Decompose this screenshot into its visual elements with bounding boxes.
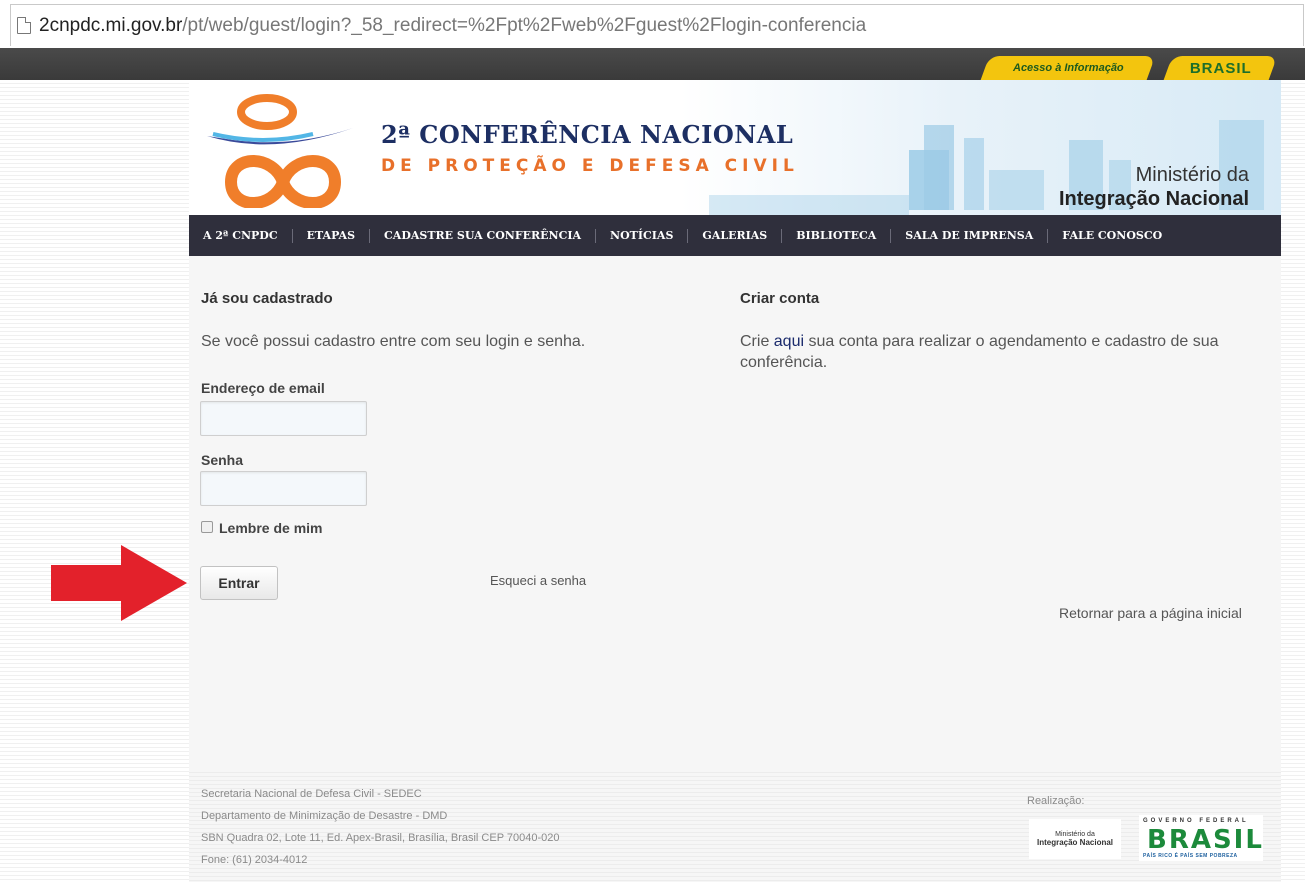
brasil-link[interactable]: BRASIL: [1163, 56, 1278, 80]
return-home-link[interactable]: Retornar para a página inicial: [1059, 605, 1242, 621]
ministerio-logo: Ministério da Integração Nacional: [1029, 819, 1121, 859]
remember-label: Lembre de mim: [219, 520, 323, 536]
create-account-heading: Criar conta: [740, 290, 820, 307]
conference-logo-icon: [207, 94, 353, 208]
city-building: [989, 170, 1044, 210]
url-field[interactable]: 2cnpdc.mi.gov.br/pt/web/guest/login?_58_…: [10, 4, 1304, 46]
nav-item-sala-de-imprensa[interactable]: SALA DE IMPRENSA: [891, 228, 1049, 243]
nav-item-noticias[interactable]: NOTÍCIAS: [596, 228, 689, 243]
nav-item-fale-conosco[interactable]: FALE CONOSCO: [1048, 229, 1176, 243]
nav-item-cadastre[interactable]: CADASTRE SUA CONFERÊNCIA: [370, 228, 597, 243]
footer-line: Fone: (61) 2034-4012: [201, 854, 308, 866]
create-account-link[interactable]: aqui: [774, 333, 804, 350]
governo-federal-logo: GOVERNO FEDERAL BRASIL PAÍS RICO É PAÍS …: [1139, 815, 1263, 861]
url-path: /pt/web/guest/login?_58_redirect=%2Fpt%2…: [182, 14, 867, 36]
footer-line: Departamento de Minimização de Desastre …: [201, 810, 448, 822]
page-icon: [17, 17, 31, 34]
remember-checkbox[interactable]: [201, 521, 213, 533]
password-field[interactable]: [200, 471, 367, 506]
login-description: Se você possui cadastro entre com seu lo…: [201, 333, 586, 350]
city-building: [964, 138, 984, 210]
conference-subtitle: DE PROTEÇÃO E DEFESA CIVIL: [381, 156, 799, 176]
login-heading: Já sou cadastrado: [201, 290, 333, 307]
browser-address-bar: 2cnpdc.mi.gov.br/pt/web/guest/login?_58_…: [0, 0, 1305, 48]
url-host: 2cnpdc.mi.gov.br: [39, 14, 183, 36]
nav-item-a-2a-cnpdc[interactable]: A 2ª CNPDC: [201, 228, 293, 243]
nav-item-biblioteca[interactable]: BIBLIOTECA: [782, 228, 892, 243]
email-label: Endereço de email: [201, 380, 325, 396]
footer-line: Secretaria Nacional de Defesa Civil - SE…: [201, 788, 422, 800]
header-banner: 2ª CONFERÊNCIA NACIONAL DE PROTEÇÃO E DE…: [189, 80, 1281, 215]
footer: Secretaria Nacional de Defesa Civil - SE…: [189, 769, 1281, 882]
create-account-text: Crie aqui sua conta para realizar o agen…: [740, 333, 1219, 371]
login-button[interactable]: Entrar: [200, 566, 278, 600]
background-right: [1281, 80, 1305, 882]
ministerio-label: Ministério da: [1135, 164, 1249, 186]
conference-title: 2ª CONFERÊNCIA NACIONAL: [381, 120, 794, 149]
email-field[interactable]: [200, 401, 367, 436]
red-arrow-icon: [51, 545, 187, 621]
acesso-informacao-link[interactable]: Acesso à Informação: [980, 56, 1156, 80]
nav-item-galerias[interactable]: GALERIAS: [688, 228, 783, 243]
nav-item-etapas[interactable]: ETAPAS: [293, 228, 371, 243]
city-houses: [709, 195, 909, 215]
forgot-password-link[interactable]: Esqueci a senha: [490, 573, 586, 588]
ministerio-name: Integração Nacional: [1058, 188, 1249, 210]
city-building: [924, 125, 954, 210]
password-label: Senha: [201, 452, 244, 468]
government-bar: Acesso à Informação BRASIL: [0, 48, 1305, 80]
realizacao-label: Realização:: [1027, 795, 1085, 807]
page-container: 2ª CONFERÊNCIA NACIONAL DE PROTEÇÃO E DE…: [189, 80, 1281, 882]
footer-line: SBN Quadra 02, Lote 11, Ed. Apex-Brasil,…: [201, 832, 560, 844]
main-navigation: A 2ª CNPDC ETAPAS CADASTRE SUA CONFERÊNC…: [189, 215, 1281, 256]
background-left: [0, 80, 189, 882]
